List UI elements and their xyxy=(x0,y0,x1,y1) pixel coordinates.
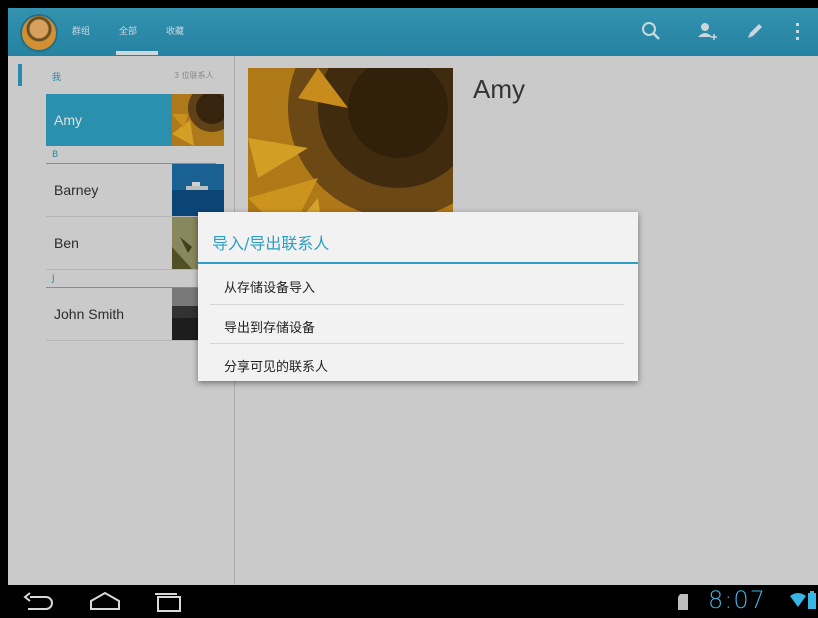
screen: 群组 全部 收藏 我 3 位联系人 Amy B Barney Ben J Joh… xyxy=(8,8,818,585)
system-navigation-bar xyxy=(0,585,818,618)
home-icon[interactable] xyxy=(88,591,122,613)
dialog-title-divider xyxy=(198,262,638,264)
menu-item-label: 从存储设备导入 xyxy=(224,281,316,296)
back-icon[interactable] xyxy=(22,591,56,613)
import-export-dialog: 导入/导出联系人 从存储设备导入 导出到存储设备 分享可见的联系人 xyxy=(198,212,638,381)
status-clock: 8:07 xyxy=(708,586,766,614)
menu-item-export-to-storage[interactable]: 导出到存储设备 xyxy=(198,305,638,344)
dialog-title: 导入/导出联系人 xyxy=(212,234,330,253)
menu-item-share-visible-contacts[interactable]: 分享可见的联系人 xyxy=(198,344,638,383)
menu-item-label: 导出到存储设备 xyxy=(224,321,316,336)
menu-item-import-from-storage[interactable]: 从存储设备导入 xyxy=(198,265,638,304)
wifi-icon xyxy=(790,593,806,607)
sd-card-icon xyxy=(678,594,688,610)
recent-apps-icon[interactable] xyxy=(152,591,186,613)
menu-item-label: 分享可见的联系人 xyxy=(224,360,329,375)
battery-icon xyxy=(808,591,816,609)
